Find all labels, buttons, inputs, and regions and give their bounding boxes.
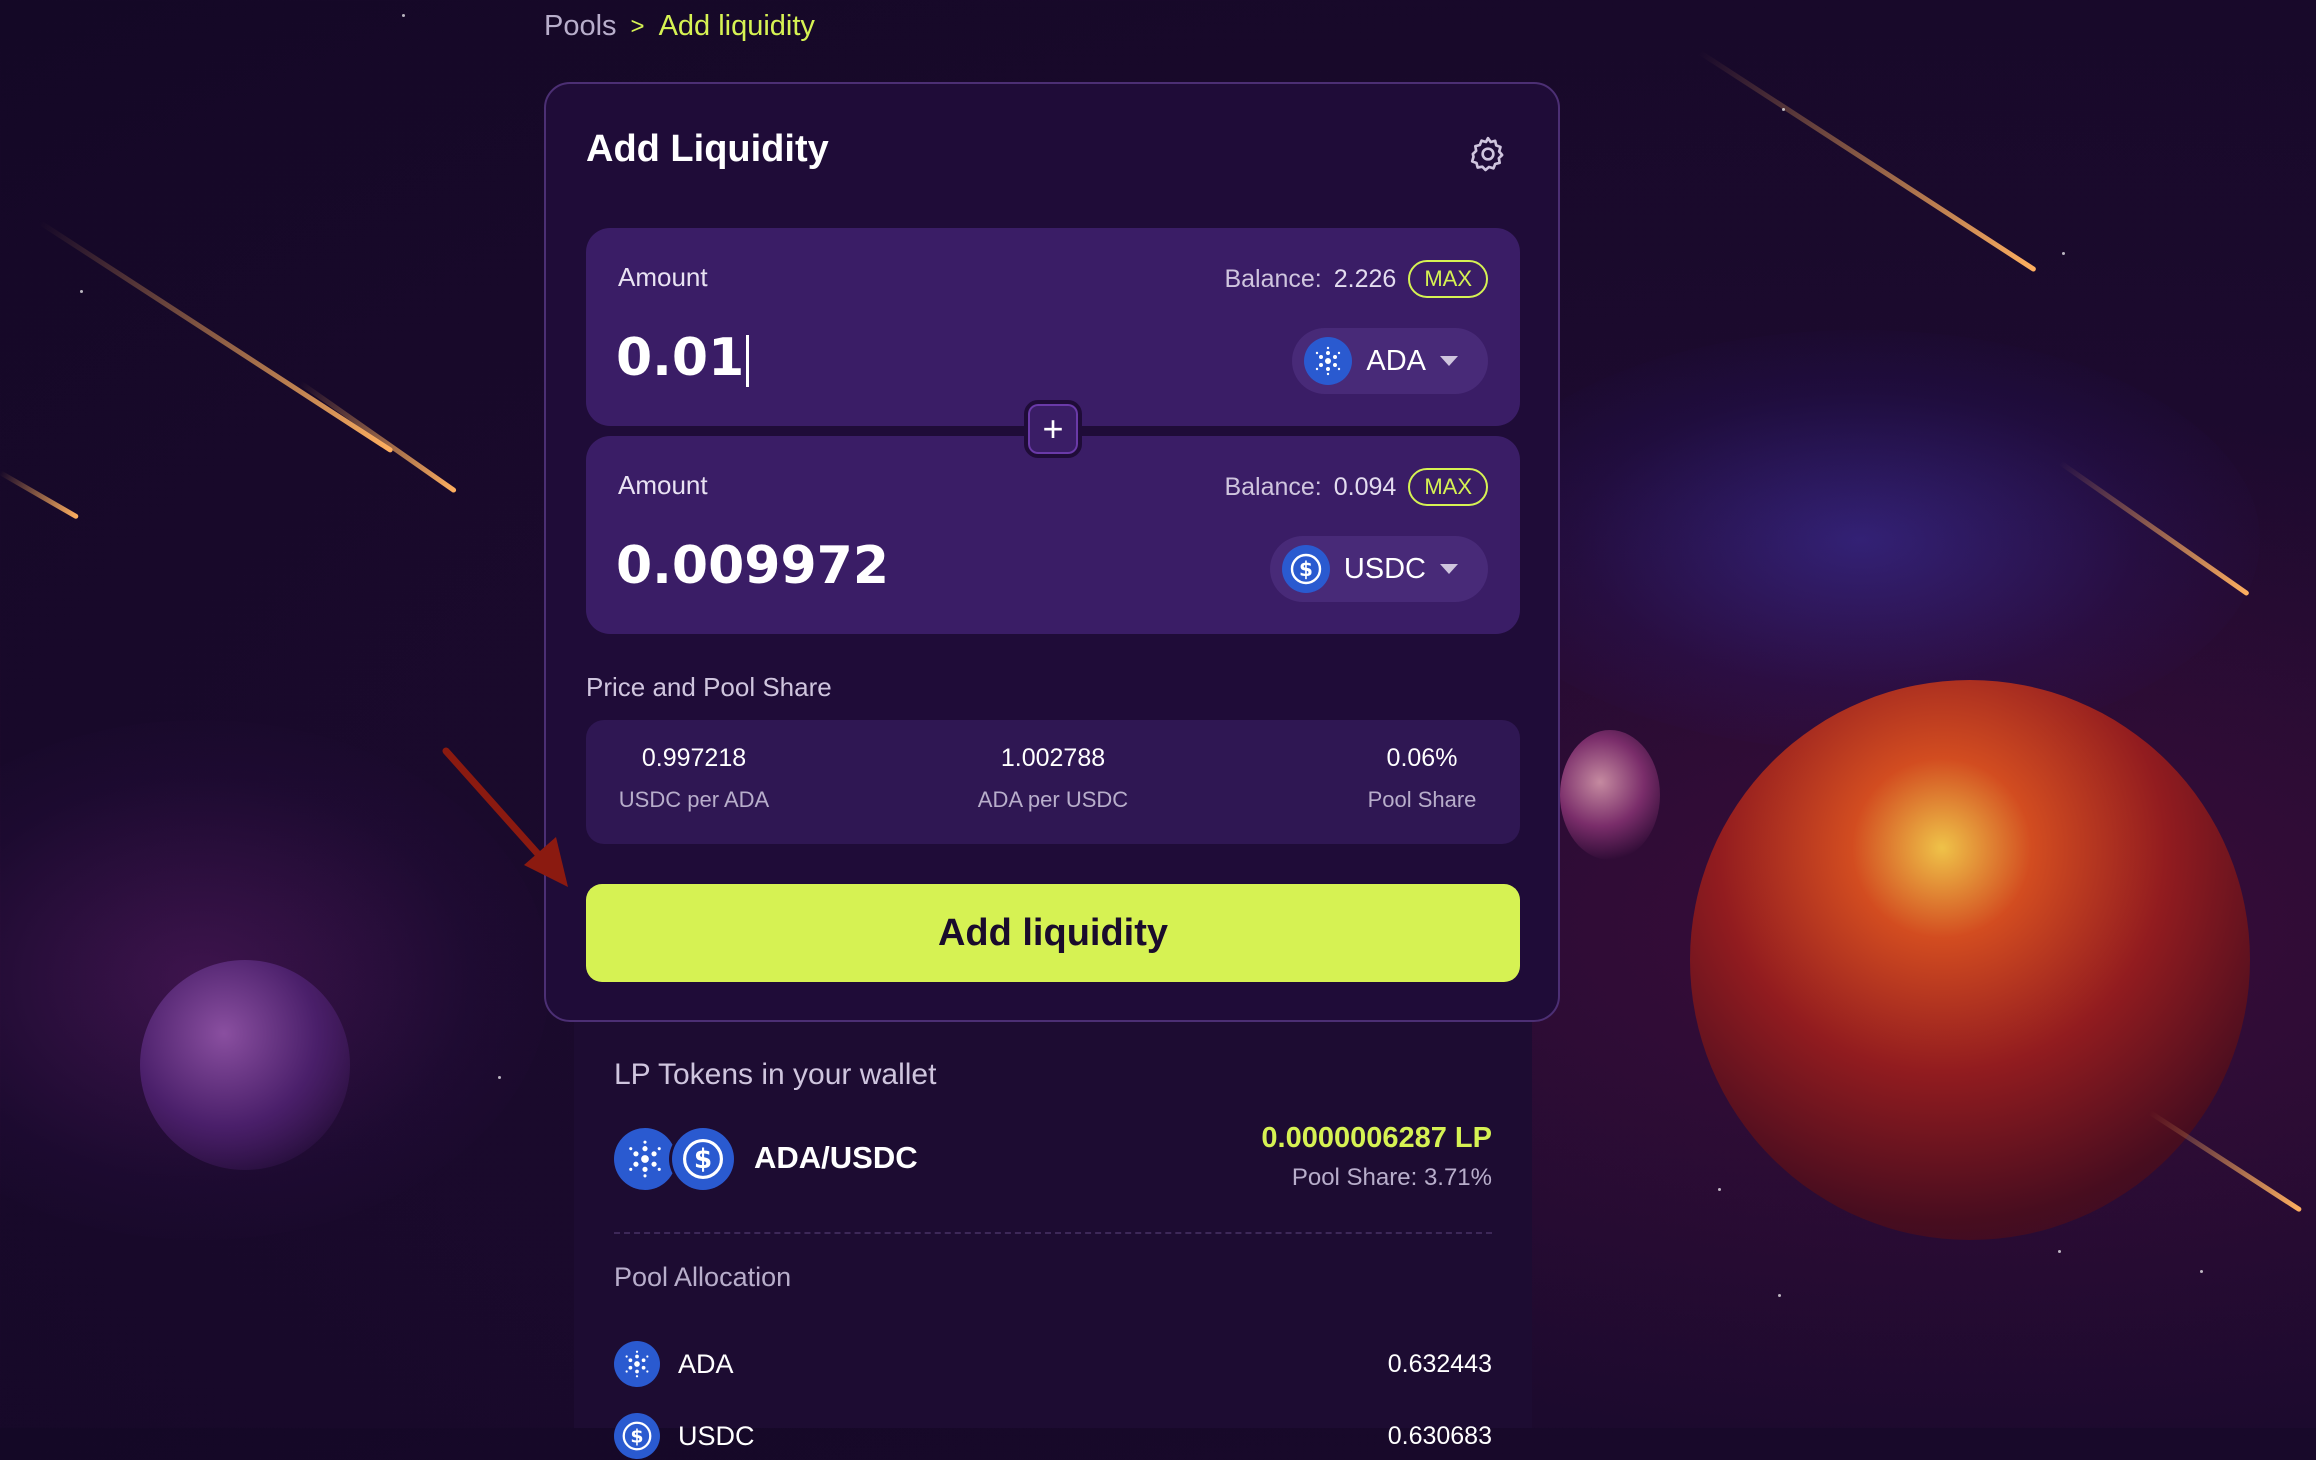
- svg-text:$: $: [630, 1426, 643, 1448]
- allocation-row-usdc: $ USDC 0.630683: [614, 1412, 1492, 1460]
- lp-tokens-title: LP Tokens in your wallet: [614, 1058, 937, 1091]
- breadcrumb: Pools > Add liquidity: [544, 10, 815, 43]
- balance-label: Balance:: [1224, 264, 1322, 293]
- star: [402, 14, 405, 17]
- planet-image: [1690, 680, 2250, 1240]
- token-name: ADA: [1366, 344, 1426, 377]
- amount-value: 0.009972: [616, 536, 890, 596]
- stat-usdc-per-ada: 0.997218 USDC per ADA: [614, 744, 774, 813]
- lp-amount: 0.0000006287 LP: [1261, 1122, 1492, 1154]
- stat-label: USDC per ADA: [618, 787, 770, 812]
- star: [1718, 1188, 1721, 1191]
- star: [2058, 1250, 2061, 1253]
- meteor: [1698, 50, 2037, 273]
- usdc-icon: $: [614, 1413, 660, 1459]
- meteor: [38, 220, 394, 454]
- lp-share-label: Pool Share:: [1291, 1164, 1418, 1191]
- planet-image: [140, 960, 350, 1170]
- add-liquidity-button[interactable]: Add liquidity: [586, 884, 1520, 982]
- amount-label: Amount: [618, 262, 708, 292]
- gear-icon[interactable]: [1468, 134, 1508, 174]
- balance-value: 2.226: [1333, 264, 1397, 293]
- token-name: USDC: [1343, 552, 1426, 585]
- ada-icon: [1304, 337, 1353, 385]
- stat-value: 0.997218: [641, 744, 747, 772]
- star: [498, 1076, 501, 1079]
- lp-share-value: 3.71%: [1423, 1164, 1492, 1191]
- chevron-right-icon: >: [630, 12, 645, 40]
- star: [2062, 252, 2065, 255]
- chevron-down-icon: [1440, 564, 1458, 574]
- allocation-token: ADA: [678, 1348, 734, 1379]
- star: [80, 290, 83, 293]
- amount-label: Amount: [618, 470, 708, 500]
- plus-icon: +: [1024, 400, 1082, 458]
- max-button[interactable]: MAX: [1408, 260, 1488, 298]
- planet-image: [1560, 730, 1660, 860]
- meteor: [298, 380, 458, 494]
- allocation-row-ada: ADA 0.632443: [614, 1340, 1492, 1388]
- allocation-value: 0.630683: [1387, 1421, 1492, 1450]
- stat-label: ADA per USDC: [977, 787, 1129, 812]
- chevron-down-icon: [1440, 356, 1458, 366]
- allocation-token: USDC: [678, 1420, 755, 1451]
- breadcrumb-pools-link[interactable]: Pools: [544, 10, 617, 43]
- token-select-ada[interactable]: ADA: [1292, 328, 1488, 394]
- ada-icon: [614, 1128, 676, 1190]
- breadcrumb-current: Add liquidity: [658, 10, 815, 42]
- card-title: Add Liquidity: [586, 128, 829, 170]
- ada-icon: [614, 1341, 660, 1387]
- star: [1782, 108, 1785, 111]
- stat-value: 1.002788: [1000, 744, 1106, 772]
- meteor: [2148, 1110, 2303, 1213]
- star: [2200, 1270, 2203, 1273]
- divider: [614, 1232, 1492, 1234]
- lp-tokens-panel: LP Tokens in your wallet $ ADA/USDC 0.00…: [574, 1022, 1532, 1459]
- add-liquidity-card: Add Liquidity Amount Balance: 2.226 MAX …: [544, 82, 1560, 1022]
- lp-pool-share: Pool Share: 3.71%: [1292, 1164, 1492, 1192]
- text-caret: [746, 335, 750, 387]
- svg-text:$: $: [694, 1145, 712, 1175]
- amount-panel-usdc: Amount Balance: 0.094 MAX 0.009972 $ USD…: [586, 436, 1520, 634]
- amount-value: 0.01: [616, 328, 745, 388]
- stat-label: Pool Share: [1367, 787, 1477, 812]
- price-pool-share-label: Price and Pool Share: [586, 672, 832, 702]
- balance-label: Balance:: [1224, 472, 1322, 501]
- max-button[interactable]: MAX: [1408, 468, 1488, 506]
- amount-panel-ada: Amount Balance: 2.226 MAX 0.01 ADA: [586, 228, 1520, 426]
- stat-ada-per-usdc: 1.002788 ADA per USDC: [973, 744, 1133, 813]
- balance-row: Balance: 0.094 MAX: [1224, 468, 1488, 506]
- star: [1778, 1294, 1781, 1297]
- amount-input-ada[interactable]: 0.01: [616, 328, 750, 388]
- price-pool-share-box: 0.997218 USDC per ADA 1.002788 ADA per U…: [586, 720, 1520, 844]
- pair-icons: $: [614, 1128, 734, 1192]
- balance-value: 0.094: [1333, 472, 1397, 501]
- balance-row: Balance: 2.226 MAX: [1224, 260, 1488, 298]
- svg-text:$: $: [1299, 557, 1313, 581]
- meteor: [0, 470, 80, 520]
- red-arrow-annotation: [442, 747, 568, 887]
- nebula: [1460, 330, 2260, 750]
- usdc-icon: $: [672, 1128, 734, 1190]
- amount-input-usdc[interactable]: 0.009972: [616, 536, 889, 596]
- pool-allocation-title: Pool Allocation: [614, 1262, 792, 1292]
- allocation-value: 0.632443: [1387, 1349, 1492, 1378]
- pair-name: ADA/USDC: [754, 1140, 918, 1175]
- stat-value: 0.06%: [1386, 744, 1458, 772]
- token-select-usdc[interactable]: $ USDC: [1269, 536, 1488, 602]
- stat-pool-share: 0.06% Pool Share: [1352, 744, 1492, 813]
- usdc-icon: $: [1281, 545, 1330, 593]
